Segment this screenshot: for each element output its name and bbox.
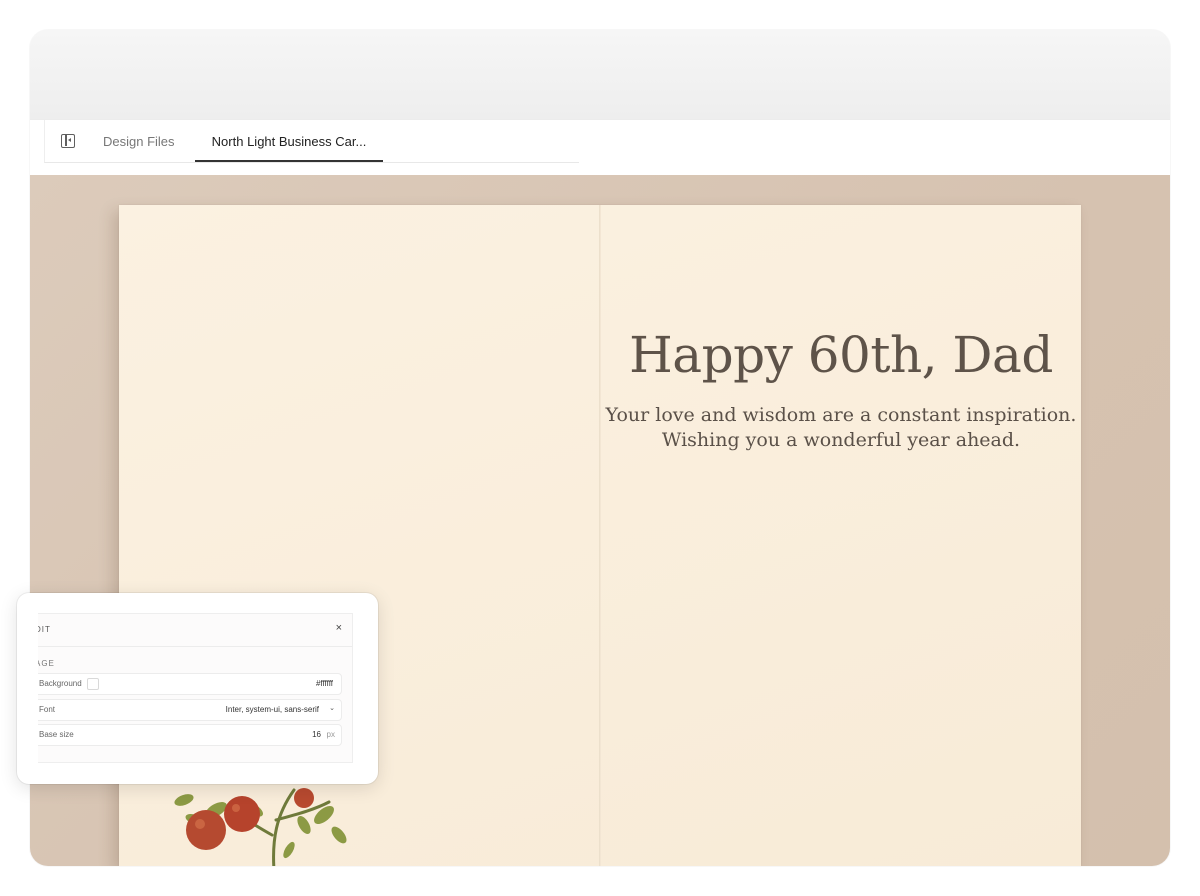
- font-value[interactable]: Inter, system-ui, sans-serif: [226, 705, 319, 714]
- card-message-line-2: Wishing you a wonderful year ahead.: [661, 429, 1021, 451]
- edit-panel-title: DIT: [38, 625, 51, 634]
- card-message[interactable]: Your love and wisdom are a constant insp…: [601, 403, 1081, 453]
- base-size-unit: px: [326, 730, 335, 739]
- tab-bar: Design Files North Light Business Car...: [30, 120, 1170, 176]
- background-label: Background: [39, 679, 82, 688]
- font-select[interactable]: Font Inter, system-ui, sans-serif ⌄: [38, 699, 342, 721]
- tab-north-light-business-card[interactable]: North Light Business Car...: [195, 120, 383, 162]
- card-fold-line: [599, 205, 601, 866]
- page-section-label: AGE: [38, 659, 55, 668]
- base-size-label: Base size: [39, 730, 74, 739]
- base-size-field[interactable]: Base size 16 px: [38, 724, 342, 746]
- chevron-down-icon[interactable]: ⌄: [329, 704, 335, 712]
- base-size-value[interactable]: 16: [312, 730, 321, 739]
- edit-panel[interactable]: DIT × AGE Background #ffffff Font Inter,…: [17, 593, 378, 784]
- close-icon[interactable]: ×: [336, 622, 342, 634]
- tab-strip: Design Files North Light Business Car...: [44, 120, 579, 163]
- card-message-line-1: Your love and wisdom are a constant insp…: [605, 404, 1077, 426]
- background-color-swatch[interactable]: [87, 678, 99, 690]
- title-bar: [30, 30, 1170, 120]
- background-value[interactable]: #ffffff: [316, 679, 333, 688]
- tomato-illustration: [174, 788, 347, 866]
- card-headline[interactable]: Happy 60th, Dad: [601, 323, 1081, 387]
- background-field[interactable]: Background #ffffff: [38, 673, 342, 695]
- font-label: Font: [39, 705, 56, 714]
- edit-panel-header: DIT ×: [38, 614, 352, 647]
- greeting-text-block[interactable]: Happy 60th, Dad Your love and wisdom are…: [601, 323, 1081, 453]
- tab-design-files[interactable]: Design Files: [103, 120, 175, 162]
- sidebar-toggle-icon[interactable]: [61, 134, 75, 148]
- edit-panel-inner: DIT × AGE Background #ffffff Font Inter,…: [38, 613, 353, 763]
